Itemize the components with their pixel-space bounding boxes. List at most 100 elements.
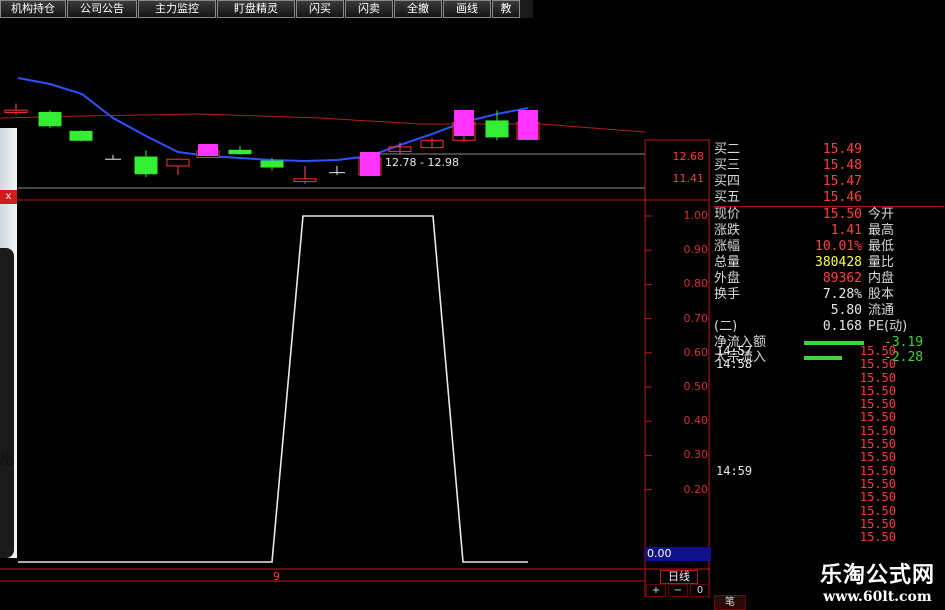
tick-time: 14:58 <box>716 357 753 372</box>
tick-time <box>716 505 786 518</box>
candle-body <box>485 120 509 138</box>
ask-price: 15.49 <box>822 142 862 157</box>
stat-value: 15.50 <box>822 207 862 222</box>
tick-price: 15.50 <box>859 450 896 465</box>
indicator-tick-label: 1.00 <box>683 209 709 222</box>
indicator-tick-label: 0.70 <box>683 311 709 325</box>
stat-value: 0.168 <box>822 319 862 334</box>
tick-tab[interactable]: 笔 <box>714 595 746 610</box>
candle-body <box>293 178 317 183</box>
stat-value: 89362 <box>822 271 862 286</box>
period-marker: 9 <box>273 570 280 583</box>
candle-body <box>4 109 28 113</box>
tick-price: 15.50 <box>859 490 896 505</box>
stat-row: 总量 380428 量比 <box>714 255 944 271</box>
zoom-out-button[interactable]: − <box>668 584 688 597</box>
tick-time <box>716 531 786 544</box>
stat-label: 外盘 <box>714 271 741 286</box>
tick-price: 15.50 <box>859 530 896 545</box>
tick-time <box>716 438 786 451</box>
tick-row: 15.50 <box>716 450 916 465</box>
stat-label-2: 最高 <box>868 223 895 238</box>
ask-label: 买三 <box>714 158 741 173</box>
indicator-tick-label: 0.90 <box>683 243 709 257</box>
tick-time <box>716 518 786 531</box>
tick-row: 14:59 15.50 <box>716 463 916 478</box>
stat-label-2: 流通 <box>868 303 895 318</box>
ask-label: 买四 <box>714 174 741 189</box>
stat-row: 现价 15.50 今开 <box>714 207 944 223</box>
tick-time <box>716 425 786 438</box>
tick-price: 15.50 <box>859 437 896 452</box>
tick-row: 15.50 <box>716 503 916 518</box>
phone-frame <box>0 248 14 558</box>
stat-value: 7.28% <box>822 287 862 302</box>
stat-label-2: PE(动) <box>868 319 908 334</box>
quote-panel: 买二 15.49 买三 15.48 买四 15.47 买五 15.46 现价 15.50 今开 涨跌… <box>714 142 944 365</box>
stat-label-2: 今开 <box>868 207 895 222</box>
zoom-reset-button[interactable]: 0 <box>690 584 710 597</box>
zoom-controls: + − 0 <box>646 584 710 597</box>
tick-price: 15.50 <box>859 344 896 358</box>
stat-label: 现价 <box>714 207 741 222</box>
candle-body <box>454 110 474 136</box>
candle-body <box>38 111 62 127</box>
tick-time: 14:57 <box>716 344 753 358</box>
zoom-in-button[interactable]: + <box>646 584 666 597</box>
indicator-tick-label: 0.40 <box>683 414 709 428</box>
tick-price: 15.50 <box>859 503 896 518</box>
tick-price: 15.50 <box>859 410 896 425</box>
tick-time <box>716 478 786 491</box>
tick-price: 15.50 <box>859 383 896 398</box>
indicator-tick-label: 0.80 <box>683 277 709 291</box>
tick-time <box>716 411 786 424</box>
candle-body <box>134 156 158 175</box>
candle-body <box>166 158 190 167</box>
close-icon[interactable]: x <box>0 190 17 204</box>
price-tick-1: 12.68 <box>672 150 705 163</box>
tick-row: 14:57 15.50 <box>716 344 916 358</box>
stat-row: 涨跌 1.41 最高 <box>714 223 944 239</box>
stat-row: 5.80 流通 <box>714 303 944 319</box>
tick-row: 15.50 <box>716 424 916 438</box>
stat-value: 380428 <box>815 255 862 270</box>
stat-label-2: 量比 <box>868 255 895 270</box>
stat-value: 5.80 <box>830 303 862 318</box>
tick-time: 14:59 <box>716 463 753 478</box>
ask-row: 买五 15.46 <box>714 190 944 206</box>
flow-bar <box>804 340 864 345</box>
ask-label: 买二 <box>714 142 741 157</box>
tick-time <box>716 385 786 398</box>
indicator-tick-label: 0.20 <box>683 482 709 496</box>
tick-row: 15.50 <box>716 530 916 545</box>
tick-time <box>716 398 786 411</box>
ask-price: 15.48 <box>822 158 862 173</box>
tick-time <box>716 451 786 464</box>
stat-label: (二) <box>714 319 738 334</box>
tick-row: 15.50 <box>716 490 916 505</box>
stat-label-2: 内盘 <box>868 271 895 286</box>
tick-row: 15.50 <box>716 370 916 385</box>
tick-time <box>716 372 786 385</box>
stat-value: 1.41 <box>830 223 862 238</box>
stat-row: 外盘 89362 内盘 <box>714 271 944 287</box>
tick-row: 15.50 <box>716 516 916 531</box>
ask-row: 买四 15.47 <box>714 174 944 190</box>
indicator-line <box>18 215 528 563</box>
indicator-tick-label: 0.60 <box>683 345 709 359</box>
moving-average-long-line <box>0 113 646 133</box>
candle-body <box>69 130 93 141</box>
range-label: 12.78 - 12.98 <box>385 156 459 169</box>
moving-average-line <box>17 77 529 163</box>
tick-price: 15.50 <box>859 516 896 531</box>
period-button[interactable]: 日线 <box>660 570 698 584</box>
ask-price: 15.47 <box>822 174 862 189</box>
candle-body <box>228 149 252 155</box>
tick-row: 14:58 15.50 <box>716 357 916 372</box>
indicator-tick-label: 0.30 <box>683 448 709 462</box>
tick-price: 15.50 <box>859 397 896 412</box>
indicator-current-value: 0.00 <box>645 547 711 561</box>
stat-row: 换手 7.28% 股本 <box>714 287 944 303</box>
tick-price: 15.50 <box>859 370 896 385</box>
tick-price: 15.50 <box>859 476 896 491</box>
